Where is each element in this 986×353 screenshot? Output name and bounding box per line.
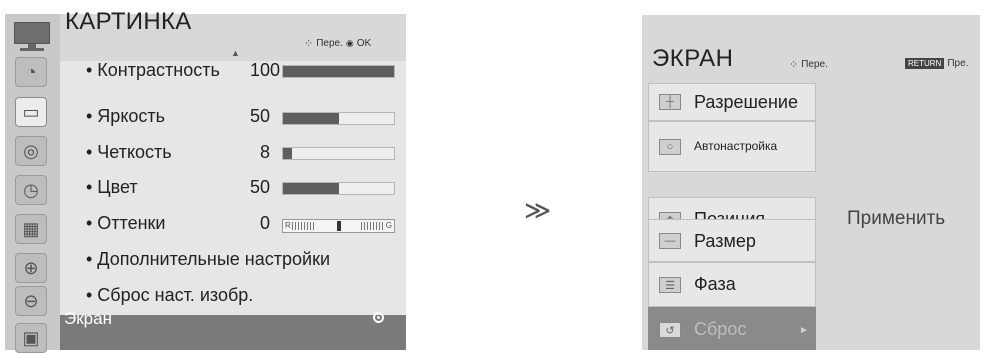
size-item[interactable]: — Размер (648, 219, 816, 262)
ok-button-icon: ◉ (345, 38, 354, 48)
brightness-slider[interactable] (282, 112, 395, 125)
color-value: 50 (249, 177, 270, 197)
size-icon: — (659, 233, 681, 249)
return-button-icon: RETURN (905, 58, 945, 69)
tint-ticks-right (361, 222, 385, 230)
tint-marker[interactable] (337, 221, 341, 231)
reset-item[interactable]: ↺ Сброс ► (648, 307, 816, 350)
auto-config-label: Автонастройка (694, 139, 778, 153)
apply-label: Применить (847, 208, 946, 229)
sharpness-label[interactable]: • Четкость (86, 142, 172, 163)
sharpness-slider[interactable] (282, 147, 395, 160)
reset-picture-item[interactable]: • Сброс наст. изобр. (86, 285, 253, 306)
transition-arrow-icon: ≫ (524, 195, 552, 225)
brightness-value: 50 (249, 106, 270, 126)
tv-icon (14, 22, 50, 52)
selected-radio-icon (373, 312, 384, 323)
picture-monitor-icon[interactable]: ▭ (15, 97, 47, 127)
tint-label[interactable]: • Оттенки (86, 213, 165, 234)
input-connector-icon[interactable]: ⊖ (15, 286, 47, 316)
auto-config-icon: ○ (659, 139, 681, 155)
sharpness-value: 8 (259, 142, 270, 162)
tint-red-label: R (285, 221, 291, 230)
calendar-options-icon[interactable]: ▦ (15, 214, 47, 244)
clock-icon[interactable]: ◷ (15, 175, 47, 205)
contrast-value: 100 (249, 60, 280, 80)
resolution-label: Разрешение (694, 92, 798, 112)
tint-green-label: G (385, 221, 392, 230)
contrast-slider[interactable] (282, 65, 395, 78)
move-hint-label: Пере. (316, 38, 343, 49)
lock-icon[interactable]: ⊕ (15, 253, 47, 283)
auto-config-item[interactable]: ○ Автонастройка (648, 121, 816, 172)
contrast-label[interactable]: • Контрастность (86, 60, 220, 81)
resolution-item[interactable]: ┼ Разрешение (648, 83, 816, 121)
speaker-icon[interactable]: ◎ (15, 136, 47, 166)
satellite-dish-icon[interactable]: ◔ (15, 57, 47, 87)
reset-label: Сброс (694, 319, 747, 339)
resolution-icon: ┼ (659, 94, 681, 110)
size-label: Размер (694, 231, 756, 251)
screen-item-label: Экран (64, 309, 112, 328)
prev-hint-label: Пре. (947, 58, 969, 69)
move-hint-label: Пере. (801, 59, 828, 70)
screen-menu-title: ЭКРАН (652, 45, 734, 72)
photo-media-icon[interactable]: ▣ (15, 323, 47, 353)
ok-hint-label: OK (356, 38, 372, 49)
reset-icon: ↺ (659, 322, 681, 338)
left-nav-hint: ⁘ Пере. ◉ OK (304, 37, 371, 50)
scroll-up-arrow-icon[interactable]: ▲ (231, 48, 240, 58)
move-arrows-icon: ⁘ (304, 38, 314, 50)
tint-slider[interactable]: R G (282, 219, 395, 233)
color-label[interactable]: • Цвет (86, 177, 138, 198)
move-arrows-icon: ⁘ (789, 59, 799, 71)
right-nav-hint: ⁘ Пере. (789, 58, 828, 71)
picture-menu-title: КАРТИНКА (65, 8, 192, 35)
tint-value: 0 (259, 213, 270, 233)
brightness-label[interactable]: • Яркость (86, 106, 165, 127)
category-sidebar: ◔ ▭ ◎ ◷ ▦ ⊕ ⊖ ▣ (5, 14, 60, 353)
phase-item[interactable]: ☰ Фаза (648, 262, 816, 307)
phase-icon: ☰ (659, 277, 681, 293)
color-slider[interactable] (282, 182, 395, 195)
advanced-settings-item[interactable]: • Дополнительные настройки (86, 249, 330, 270)
return-hint: RETURN Пре. (905, 58, 968, 69)
tint-ticks-left (292, 222, 316, 230)
phase-label: Фаза (694, 274, 736, 294)
play-arrow-icon: ► (799, 325, 809, 336)
